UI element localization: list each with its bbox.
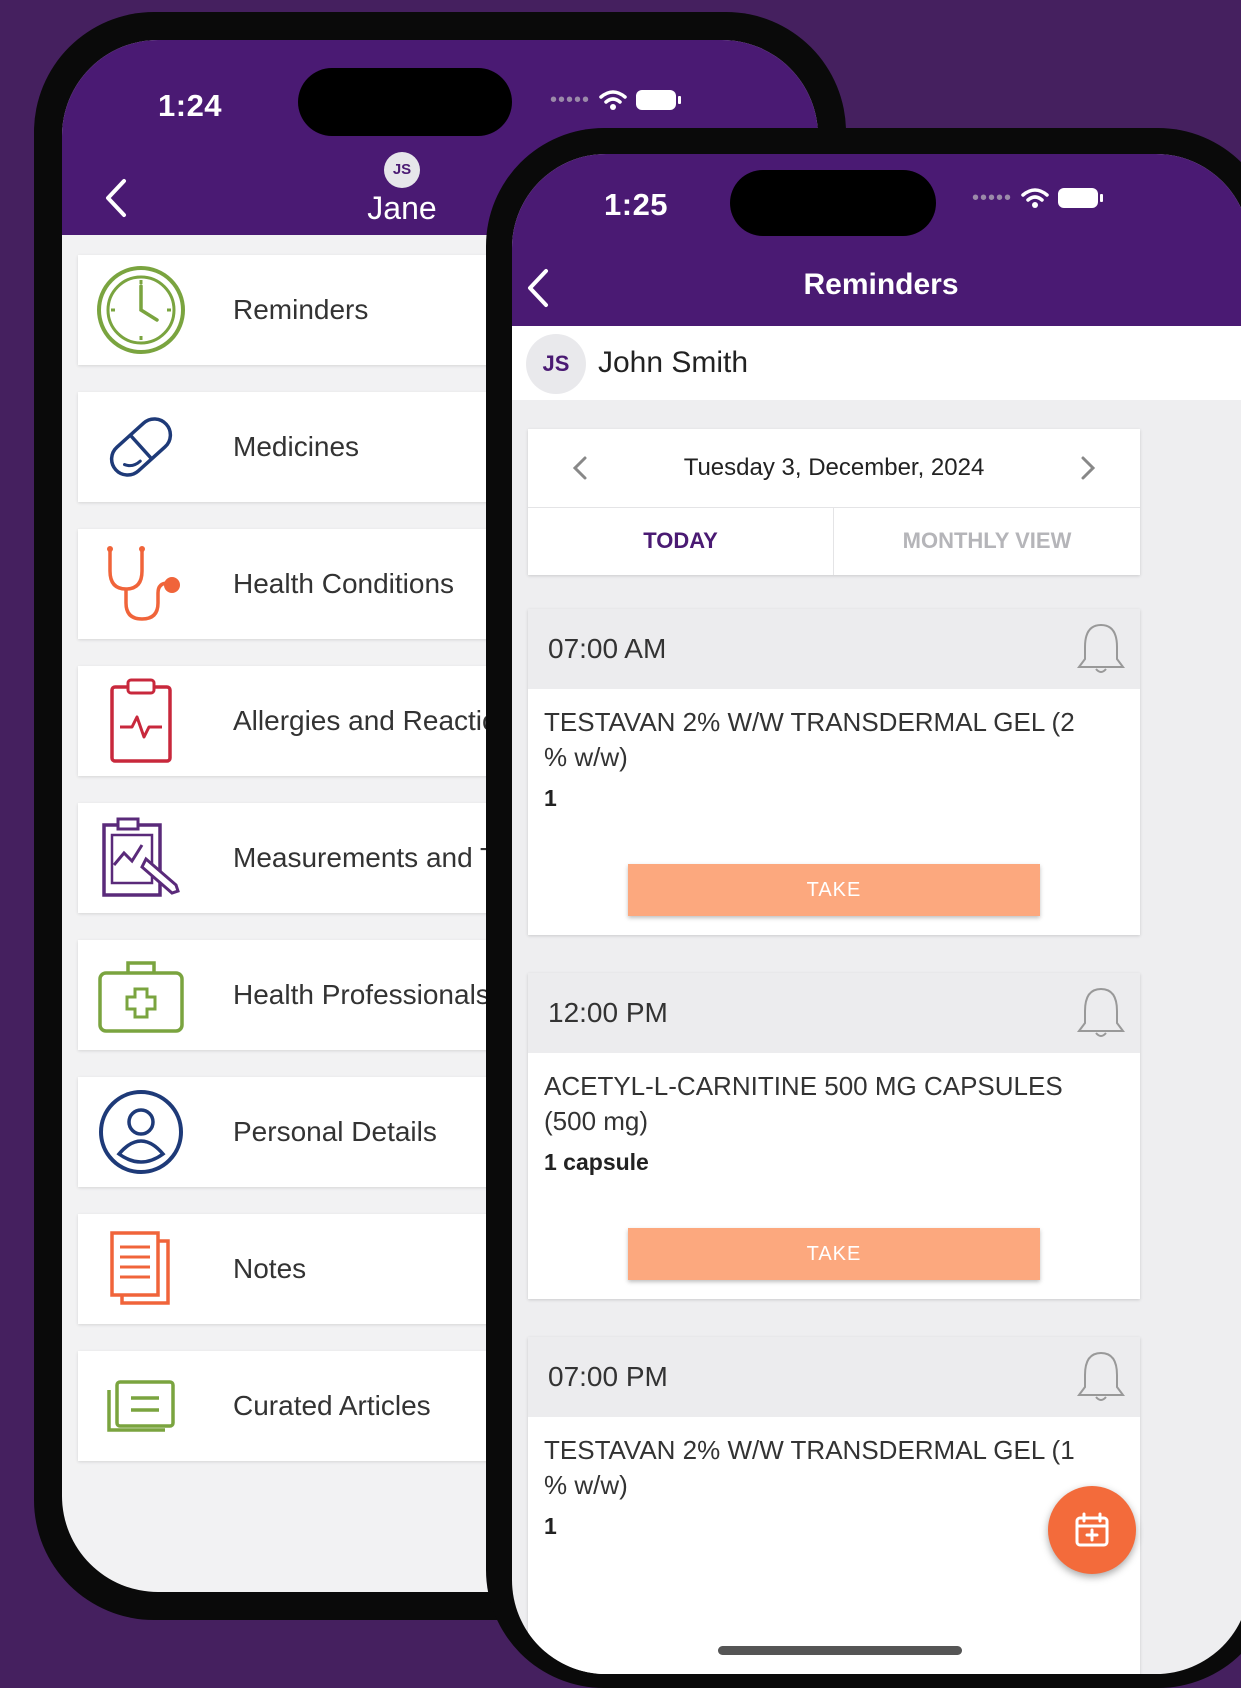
status-icons: ••••• <box>972 186 1104 210</box>
dose-card: 07:00 PM TESTAVAN 2% W/W TRANSDERMAL GEL… <box>528 1337 1140 1674</box>
dose-card: 12:00 PM ACETYL-L-CARNITINE 500 MG CAPSU… <box>528 973 1140 1299</box>
reminders-header: 1:25 ••••• Reminders <box>512 154 1241 326</box>
battery-icon <box>1058 188 1104 208</box>
bell-icon[interactable] <box>1076 985 1126 1041</box>
clipboard-pulse-icon <box>94 676 188 766</box>
clock-icon <box>94 265 188 355</box>
signal-icon: ••••• <box>550 88 591 111</box>
status-icons: ••••• <box>550 88 682 112</box>
next-day-icon[interactable] <box>1080 455 1096 481</box>
dose-quantity: 1 <box>544 785 557 811</box>
avatar: JS <box>526 334 586 394</box>
take-button[interactable]: TAKE <box>628 864 1040 916</box>
dynamic-island <box>298 68 512 136</box>
bell-icon[interactable] <box>1076 621 1126 677</box>
tab-today[interactable]: TODAY <box>528 507 833 575</box>
home-indicator <box>718 1646 962 1655</box>
medical-kit-icon <box>94 950 188 1040</box>
status-time: 1:24 <box>158 88 223 123</box>
dose-card-header: 07:00 PM <box>528 1337 1140 1417</box>
measurement-chart-icon <box>94 813 188 903</box>
wifi-icon <box>1021 188 1049 208</box>
signal-icon: ••••• <box>972 186 1013 209</box>
stethoscope-icon <box>94 539 188 629</box>
dose-quantity: 1 capsule <box>544 1149 649 1175</box>
medicine-name: ACETYL-L-CARNITINE 500 MG CAPSULES (500 … <box>544 1071 1063 1136</box>
articles-icon <box>94 1361 188 1451</box>
calendar-add-icon <box>1075 1512 1109 1547</box>
user-circle-icon <box>94 1087 188 1177</box>
status-time: 1:25 <box>604 187 669 222</box>
menu-item-label: Health Professionals <box>233 979 490 1010</box>
user-row[interactable]: JS John Smith <box>512 326 1241 400</box>
take-button[interactable]: TAKE <box>628 1228 1040 1280</box>
bell-icon[interactable] <box>1076 1349 1126 1405</box>
menu-item-label: Notes <box>233 1253 307 1284</box>
dose-time: 07:00 PM <box>548 1361 668 1392</box>
add-reminder-fab[interactable] <box>1048 1486 1136 1574</box>
dose-card: 07:00 AM TESTAVAN 2% W/W TRANSDERMAL GEL… <box>528 609 1140 935</box>
back-arrow-icon[interactable] <box>104 178 128 218</box>
dose-card-header: 07:00 AM <box>528 609 1140 689</box>
battery-icon <box>636 90 682 110</box>
dose-quantity: 1 <box>544 1513 557 1539</box>
menu-item-label: Medicines <box>233 431 360 462</box>
date-navigator: Tuesday 3, December, 2024 TODAY MONTHLY … <box>528 429 1140 575</box>
date-label: Tuesday 3, December, 2024 <box>683 454 985 481</box>
user-name: John Smith <box>598 346 749 379</box>
front-phone: 1:25 ••••• Reminders JS John Smith Tuesd… <box>486 128 1241 1688</box>
page-title: Reminders <box>803 268 959 301</box>
menu-item-label: Reminders <box>233 294 369 325</box>
header-name: Jane <box>367 190 437 226</box>
menu-item-label: Allergies and Reactions <box>233 705 528 736</box>
menu-item-label: Health Conditions <box>233 568 455 599</box>
dynamic-island <box>730 170 936 236</box>
dose-time: 07:00 AM <box>548 633 667 664</box>
tab-monthly-view[interactable]: MONTHLY VIEW <box>834 507 1140 575</box>
pill-icon <box>94 402 188 492</box>
dose-time: 12:00 PM <box>548 997 668 1028</box>
medicine-name: TESTAVAN 2% W/W TRANSDERMAL GEL (2 % w/w… <box>544 707 1075 772</box>
menu-item-label: Curated Articles <box>233 1390 431 1421</box>
dose-card-header: 12:00 PM <box>528 973 1140 1053</box>
front-phone-screen: 1:25 ••••• Reminders JS John Smith Tuesd… <box>512 154 1241 1674</box>
wifi-icon <box>599 90 627 110</box>
avatar: JS <box>384 152 420 188</box>
menu-item-label: Personal Details <box>233 1116 437 1147</box>
medicine-name: TESTAVAN 2% W/W TRANSDERMAL GEL (1 % w/w… <box>544 1435 1075 1500</box>
notes-icon <box>94 1224 188 1314</box>
